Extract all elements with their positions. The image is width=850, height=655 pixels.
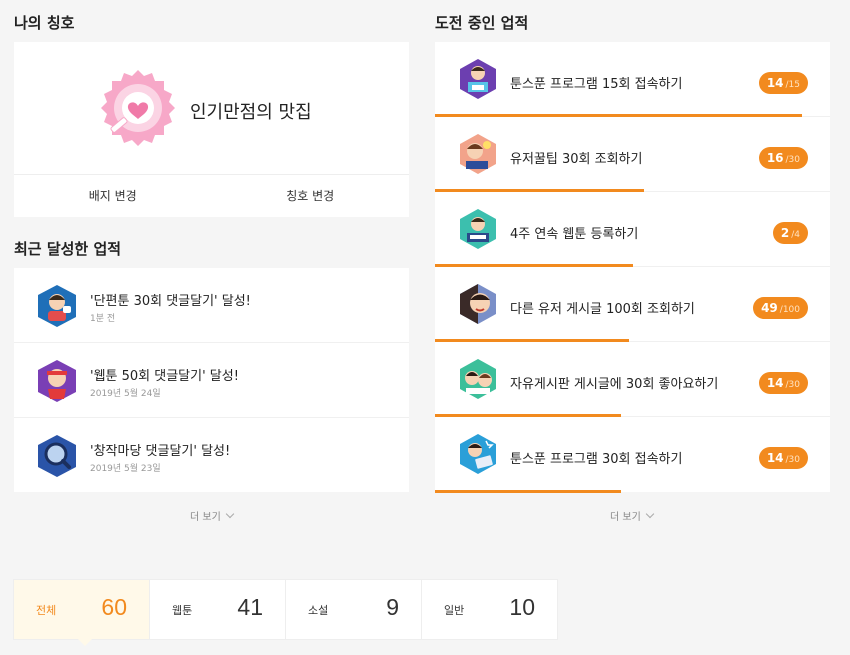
- challenge-progress-count: 14/30: [758, 447, 808, 469]
- chevron-down-icon: [645, 509, 655, 519]
- tab-label: 일반: [444, 604, 465, 617]
- thumbs-character-icon: [460, 359, 496, 399]
- challenge-item[interactable]: 툰스푼 프로그램 30회 접속하기 14/30: [435, 417, 830, 493]
- headband-character-icon: [38, 360, 76, 402]
- recent-achievement-item[interactable]: '웹툰 50회 댓글달기' 달성! 2019년 5월 24일: [14, 343, 409, 418]
- recent-achievements-list: '단편툰 30회 댓글달기' 달성! 1분 전 '웹툰 50회 댓글달기' 달성…: [14, 268, 409, 492]
- magnifier-icon: [38, 435, 76, 477]
- challenge-progress-count: 14/15: [758, 72, 808, 94]
- laptop-character-icon: [460, 434, 496, 474]
- challenge-progress-count: 49/100: [753, 297, 808, 319]
- challenge-item[interactable]: 다른 유저 게시글 100회 조회하기 49/100: [435, 267, 830, 342]
- reading-character-icon: [460, 59, 496, 99]
- tab-webtoon[interactable]: 웹툰 41: [150, 580, 286, 639]
- my-title-heading: 나의 칭호: [14, 14, 75, 32]
- recent-more-button[interactable]: 더 보기: [190, 508, 235, 523]
- challenge-progress-count: 14/30: [758, 372, 808, 394]
- challenge-item[interactable]: 툰스푼 프로그램 15회 접속하기 14/15: [435, 42, 830, 117]
- challenge-current: 14: [766, 76, 784, 90]
- challenges-heading: 도전 중인 업적: [435, 14, 529, 32]
- active-tab-pointer: [78, 639, 92, 646]
- recent-achievement-item[interactable]: '단편툰 30회 댓글달기' 달성! 1분 전: [14, 268, 409, 343]
- comment-character-icon: [38, 285, 76, 327]
- challenge-title: 유저꿀팁 30회 조회하기: [510, 152, 643, 167]
- change-badge-button[interactable]: 배지 변경: [14, 175, 212, 217]
- title-actions: 배지 변경 칭호 변경: [14, 174, 409, 217]
- study-character-icon: [460, 209, 496, 249]
- challenge-current: 2: [780, 226, 790, 240]
- challenge-title: 4주 연속 웹툰 등록하기: [510, 227, 639, 242]
- tab-general[interactable]: 일반 10: [422, 580, 557, 639]
- challenge-current: 49: [761, 301, 778, 315]
- challenge-item[interactable]: 유저꿀팁 30회 조회하기 16/30: [435, 117, 830, 192]
- recent-more-label: 더 보기: [190, 512, 221, 523]
- challenge-total: /4: [791, 230, 800, 240]
- challenge-current: 14: [766, 451, 784, 465]
- tab-all[interactable]: 전체 60: [14, 580, 150, 646]
- chevron-down-icon: [225, 509, 235, 519]
- tab-novel[interactable]: 소설 9: [286, 580, 422, 639]
- tab-count: 9: [386, 594, 399, 620]
- title-badge-area: 인기만점의 맛집: [14, 42, 409, 174]
- challenge-title: 자유게시판 게시글에 30회 좋아요하기: [510, 377, 719, 392]
- challenge-progress-bar: [435, 490, 621, 493]
- recent-achievement-title: '단편툰 30회 댓글달기' 달성!: [90, 294, 251, 309]
- my-title-card: 인기만점의 맛집 배지 변경 칭호 변경: [14, 42, 409, 217]
- achievement-category-tabs: 전체 60 웹툰 41 소설 9 일반 10: [14, 580, 557, 646]
- challenge-title: 툰스푼 프로그램 30회 접속하기: [510, 452, 683, 467]
- tab-label: 소설: [308, 604, 329, 617]
- challenge-title: 툰스푼 프로그램 15회 접속하기: [510, 77, 683, 92]
- challenge-progress-count: 16/30: [758, 147, 808, 169]
- recent-achievements-heading: 최근 달성한 업적: [14, 240, 122, 258]
- recent-achievement-time: 2019년 5월 24일: [90, 389, 161, 399]
- recent-achievement-title: '창작마당 댓글달기' 달성!: [90, 444, 231, 459]
- challenge-total: /15: [785, 80, 800, 90]
- tab-label: 전체: [36, 604, 57, 617]
- challenge-total: /30: [785, 455, 800, 465]
- challenges-list: 툰스푼 프로그램 15회 접속하기 14/15 유저꿀팁 30회 조회하기 16…: [435, 42, 830, 493]
- challenge-progress-count: 2/4: [772, 222, 808, 244]
- change-title-button[interactable]: 칭호 변경: [212, 175, 410, 217]
- recent-achievement-time: 1분 전: [90, 314, 116, 324]
- recent-achievement-title: '웹툰 50회 댓글달기' 달성!: [90, 369, 239, 384]
- challenge-total: /30: [785, 155, 800, 165]
- challenge-title: 다른 유저 게시글 100회 조회하기: [510, 302, 695, 317]
- challenge-current: 16: [766, 151, 784, 165]
- challenge-item[interactable]: 4주 연속 웹툰 등록하기 2/4: [435, 192, 830, 267]
- challenge-total: /100: [779, 305, 800, 315]
- challenge-item[interactable]: 자유게시판 게시글에 30회 좋아요하기 14/30: [435, 342, 830, 417]
- tab-count: 60: [101, 594, 127, 620]
- idea-character-icon: [460, 134, 496, 174]
- challenges-more-label: 더 보기: [610, 512, 641, 523]
- tab-count: 41: [237, 594, 263, 620]
- challenges-more-button[interactable]: 더 보기: [610, 508, 655, 523]
- face-character-icon: [460, 284, 496, 324]
- challenge-total: /30: [785, 380, 800, 390]
- current-title-name: 인기만점의 맛집: [190, 102, 312, 123]
- tab-count: 10: [509, 594, 535, 620]
- challenge-current: 14: [766, 376, 784, 390]
- heart-badge-icon: [101, 70, 175, 146]
- recent-achievement-time: 2019년 5월 23일: [90, 464, 161, 474]
- tab-label: 웹툰: [172, 604, 193, 617]
- recent-achievement-item[interactable]: '창작마당 댓글달기' 달성! 2019년 5월 23일: [14, 418, 409, 493]
